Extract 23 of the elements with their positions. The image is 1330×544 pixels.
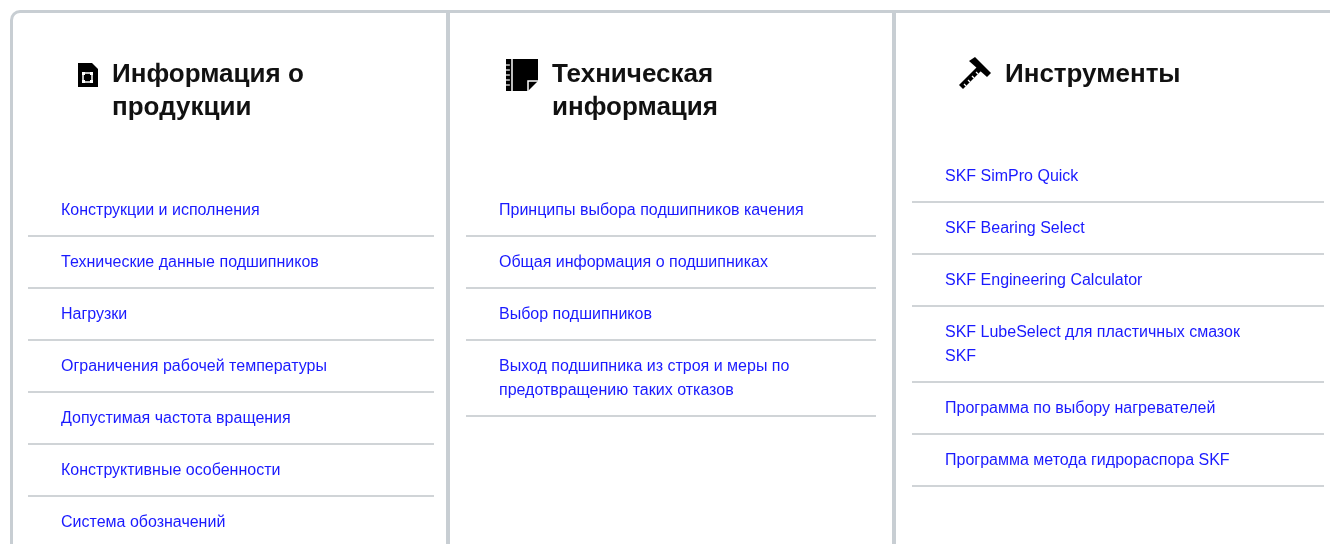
category-link[interactable]: Нагрузки [61,302,128,326]
category-link[interactable]: Принципы выбора подшипников качения [499,198,804,222]
category-link[interactable]: Программа по выбору нагревателей [945,396,1216,420]
category-link[interactable]: SKF LubeSelect для пластичных смазок SKF [945,320,1255,368]
category-link[interactable]: Система обозначений [61,510,226,534]
ruler-hammer-icon [957,57,991,91]
category-link[interactable]: Конструктивные особенности [61,458,281,482]
category-link[interactable]: SKF Bearing Select [945,216,1085,240]
document-icon [78,63,98,87]
category-title: Информация о продукции [112,57,305,123]
category-link[interactable]: Выбор подшипников [499,302,652,326]
category-link[interactable]: Технические данные подшипников [61,250,319,274]
category-link[interactable]: SKF Engineering Calculator [945,268,1143,292]
category-title: Инструменты [1005,57,1181,90]
category-title: Техническая информация [552,57,719,123]
category-link[interactable]: SKF SimPro Quick [945,164,1079,188]
category-link[interactable]: Ограничения рабочей температуры [61,354,327,378]
ruler-note-icon [506,59,538,91]
category-link[interactable]: Программа метода гидрораспора SKF [945,448,1230,472]
category-link[interactable]: Допустимая частота вращения [61,406,291,430]
category-link[interactable]: Общая информация о подшипниках [499,250,768,274]
category-link[interactable]: Конструкции и исполнения [61,198,260,222]
category-link[interactable]: Выход подшипника из строя и меры по предотвращению таких отказов [499,354,819,402]
